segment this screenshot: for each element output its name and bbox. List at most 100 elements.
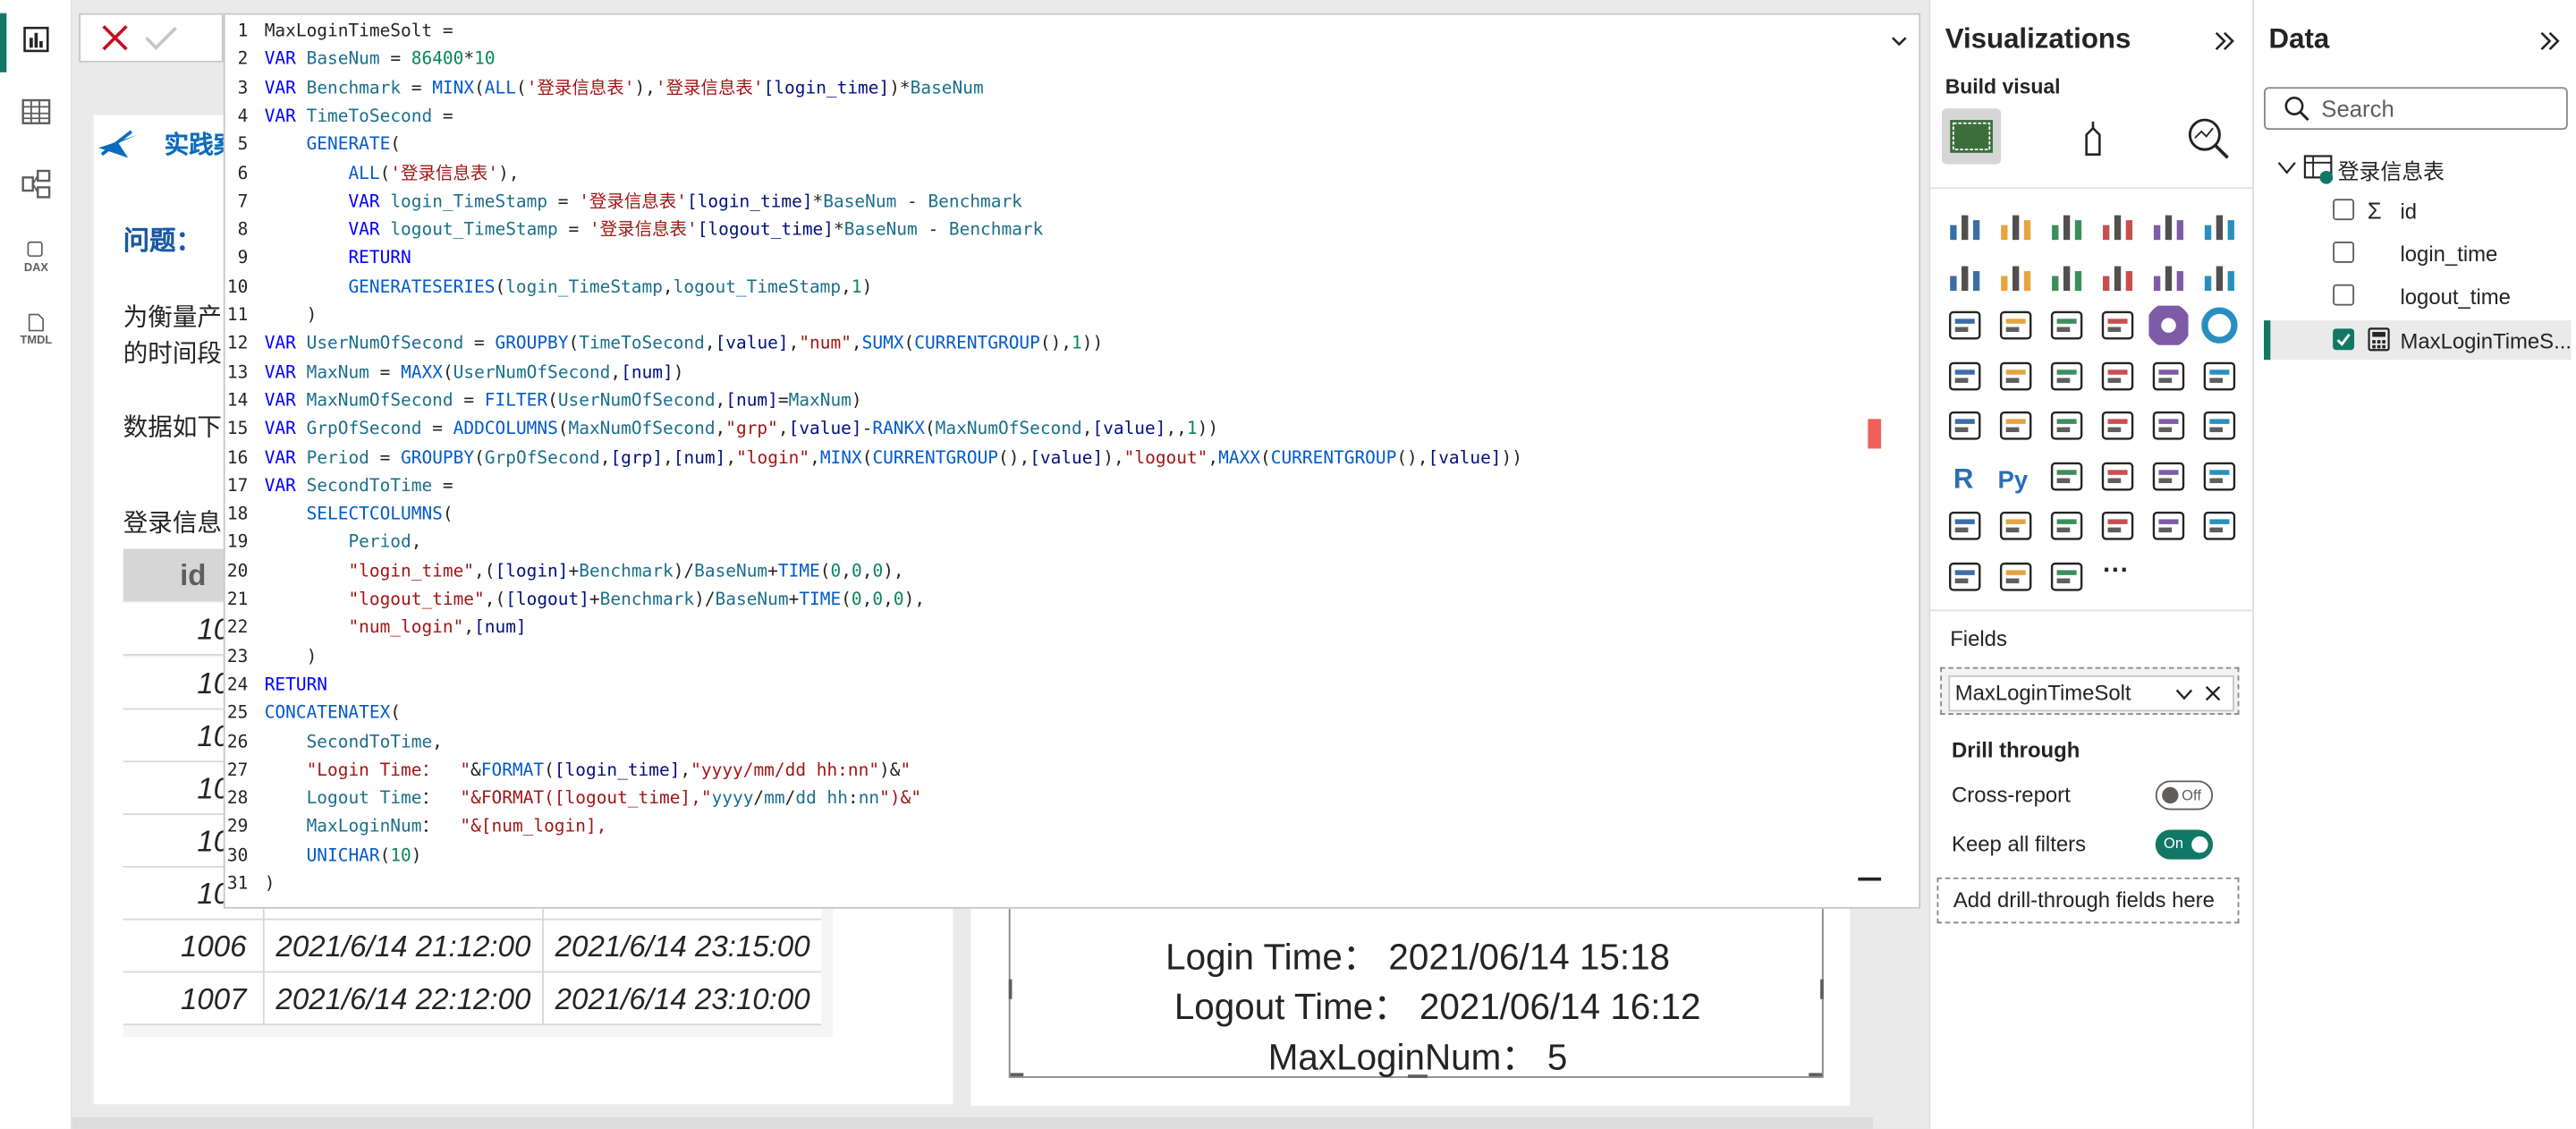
card-new-icon[interactable] xyxy=(2047,506,2087,546)
collapse-pane-icon[interactable] xyxy=(2537,28,2563,54)
field-measure[interactable]: MaxLoginTimeS... xyxy=(2400,328,2572,353)
slicer-icon[interactable] xyxy=(2098,406,2138,446)
100-column-icon[interactable] xyxy=(2199,206,2239,245)
filled-map-icon[interactable] xyxy=(2047,356,2087,395)
build-visual-tab[interactable] xyxy=(1942,108,2002,165)
field-id[interactable]: id xyxy=(2400,199,2417,224)
field-logout-time[interactable]: logout_time xyxy=(2400,284,2510,310)
field-checkbox-logout-time[interactable] xyxy=(2333,284,2355,306)
clustered-bar-icon[interactable] xyxy=(2047,206,2087,245)
resize-handle[interactable] xyxy=(1809,1073,1822,1077)
resize-handle[interactable] xyxy=(1408,1074,1428,1078)
resize-handle[interactable] xyxy=(1010,1073,1024,1077)
format-visual-icon[interactable] xyxy=(2073,118,2113,157)
check-icon[interactable] xyxy=(143,23,179,53)
scatter-icon[interactable] xyxy=(2098,306,2138,345)
code-line[interactable]: ) xyxy=(265,302,318,331)
card-icon[interactable] xyxy=(1945,406,1985,446)
resize-handle[interactable] xyxy=(1820,979,1824,999)
code-line[interactable]: RETURN xyxy=(265,672,327,700)
funnel-icon[interactable] xyxy=(2047,306,2087,345)
code-line[interactable]: VAR logout_TimeStamp = '登录信息表'[logout_ti… xyxy=(265,217,1043,246)
chevron-down-icon[interactable] xyxy=(1889,31,1909,51)
paginated-icon[interactable] xyxy=(1996,506,2036,546)
field-checkbox-id[interactable] xyxy=(2333,199,2355,221)
r-visual-icon[interactable]: R xyxy=(1945,456,1985,496)
drill-through-well[interactable]: Add drill-through fields here xyxy=(1936,877,2240,924)
qa-icon[interactable] xyxy=(2148,456,2188,496)
table-icon[interactable] xyxy=(2148,406,2188,446)
gauge-icon[interactable] xyxy=(2199,356,2239,395)
analytics-icon[interactable] xyxy=(2185,115,2231,161)
key-influencers-icon[interactable] xyxy=(2047,456,2087,496)
code-line[interactable]: "num_login",[num] xyxy=(265,615,526,643)
map-icon[interactable] xyxy=(1996,356,2036,395)
tmdl-view-icon[interactable]: TMDL xyxy=(6,306,65,352)
line-chart-icon[interactable] xyxy=(1945,256,1985,295)
more-visuals-icon[interactable]: ··· xyxy=(2103,557,2129,587)
dax-formula-editor[interactable]: 1 MaxLoginTimeSolt = 2 VAR BaseNum = 86400*… xyxy=(223,13,1921,909)
code-line[interactable]: VAR MaxNumOfSecond = FILTER(UserNumOfSec… xyxy=(265,387,862,416)
code-line[interactable]: SELECTCOLUMNS( xyxy=(265,501,453,530)
pie-chart-icon[interactable] xyxy=(2146,302,2191,348)
code-line[interactable]: MaxLoginTimeSolt = xyxy=(265,18,453,47)
code-line[interactable]: VAR Period = GROUPBY(GrpOfSecond,[grp],[… xyxy=(265,445,1522,473)
code-line[interactable]: RETURN xyxy=(265,245,411,274)
line-clustered-icon[interactable] xyxy=(2199,256,2239,295)
code-line[interactable]: "login_time",([login]+Benchmark)/BaseNum… xyxy=(265,558,903,587)
report-view-icon[interactable] xyxy=(6,16,65,62)
table-name[interactable]: 登录信息表 xyxy=(2338,155,2445,186)
code-line[interactable]: VAR BaseNum = 86400*10 xyxy=(265,47,496,75)
model-view-icon[interactable] xyxy=(6,161,65,207)
x-icon[interactable] xyxy=(100,23,130,53)
chevron-down-icon[interactable] xyxy=(2175,685,2193,703)
code-line[interactable]: "Login Time： "&FORMAT([login_time],"yyyy… xyxy=(265,757,911,785)
slicer-new-icon[interactable] xyxy=(2098,506,2138,546)
code-line[interactable]: VAR GrpOfSecond = ADDCOLUMNS(MaxNumOfSec… xyxy=(265,416,1218,445)
table-view-icon[interactable] xyxy=(6,89,65,134)
dax-query-icon[interactable]: DAX xyxy=(6,233,65,279)
field-login-time[interactable]: login_time xyxy=(2400,242,2497,267)
python-visual-icon[interactable]: Py xyxy=(1996,456,2036,496)
canvas-scrollbar[interactable] xyxy=(72,1116,1929,1129)
power-automate-icon[interactable] xyxy=(2199,506,2239,546)
area-chart-icon[interactable] xyxy=(1996,256,2036,295)
code-line[interactable]: VAR login_TimeStamp = '登录信息表'[login_time… xyxy=(265,189,1021,217)
field-checkbox-login-time[interactable] xyxy=(2333,242,2355,263)
custom-visual-icon[interactable] xyxy=(1945,556,1985,596)
narrative-icon[interactable] xyxy=(2199,456,2239,496)
cross-report-toggle[interactable]: Off xyxy=(2155,780,2214,811)
line-column-icon[interactable] xyxy=(2148,256,2188,295)
code-line[interactable]: ) xyxy=(265,643,318,672)
code-line[interactable]: Logout Time： "&FORMAT([logout_time],"yyy… xyxy=(265,785,921,814)
code-line[interactable]: GENERATESERIES(login_TimeStamp,logout_Ti… xyxy=(265,274,872,302)
kpi-icon[interactable] xyxy=(2047,406,2087,446)
stacked-bar-icon[interactable] xyxy=(1945,206,1985,245)
100-area-icon[interactable] xyxy=(2098,256,2138,295)
field-chip[interactable]: MaxLoginTimeSolt xyxy=(1948,675,2234,712)
collapse-pane-icon[interactable] xyxy=(2211,28,2237,54)
resize-handle[interactable] xyxy=(1008,979,1013,999)
diamond-visual-icon[interactable] xyxy=(1996,556,2036,596)
stacked-column-icon[interactable] xyxy=(1996,206,2036,245)
code-line[interactable]: MaxLoginNum： "&[num_login], xyxy=(265,814,607,843)
code-line[interactable]: SecondToTime, xyxy=(265,729,443,758)
chevron-visual-icon[interactable] xyxy=(2047,556,2087,596)
code-line[interactable]: Period, xyxy=(265,530,421,558)
code-line[interactable]: "logout_time",([logout]+Benchmark)/BaseN… xyxy=(265,587,925,615)
clustered-column-icon[interactable] xyxy=(2098,206,2138,245)
donut-chart-icon[interactable] xyxy=(2199,306,2239,345)
remove-field-icon[interactable] xyxy=(2205,685,2221,701)
code-line[interactable]: GENERATE( xyxy=(265,132,401,160)
card-visual[interactable]: Login Time： 2021/06/14 15:18 Logout Time… xyxy=(1008,904,1824,1078)
shape-map-icon[interactable] xyxy=(2098,356,2138,395)
stacked-area-icon[interactable] xyxy=(2047,256,2087,295)
code-line[interactable]: ALL('登录信息表'), xyxy=(265,160,519,189)
code-line[interactable]: VAR TimeToSecond = xyxy=(265,104,453,132)
waterfall-icon[interactable] xyxy=(1996,306,2036,345)
code-line[interactable]: VAR Benchmark = MINX(ALL('登录信息表'),'登录信息表… xyxy=(265,75,984,104)
100-bar-icon[interactable] xyxy=(2148,206,2188,245)
azure-map-icon[interactable] xyxy=(2148,356,2188,395)
code-line[interactable]: VAR SecondToTime = xyxy=(265,473,453,502)
keep-filters-toggle[interactable]: On xyxy=(2155,829,2214,860)
